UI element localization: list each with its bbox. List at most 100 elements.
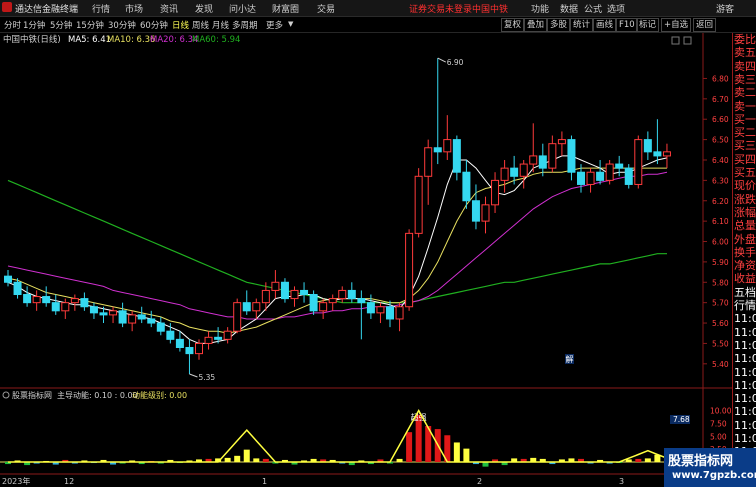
indicator-bar [253, 458, 260, 462]
date-label-mar: 3 [619, 477, 624, 486]
stats-button[interactable]: 统计 [570, 18, 594, 32]
tab-weekly[interactable]: 周线 [192, 19, 209, 31]
watermark-url: www.7gpzb.com [672, 470, 756, 481]
high-marker-line [437, 57, 446, 63]
sidebar-item: 委比 [734, 33, 756, 46]
sidebar-item[interactable]: 五档 [734, 286, 756, 299]
tab-5min[interactable]: 5分钟 [50, 19, 72, 31]
tab-30min[interactable]: 30分钟 [108, 19, 136, 31]
candle-up [605, 163, 614, 181]
candle-down [567, 139, 576, 173]
adjust-button[interactable]: 复权 [501, 18, 525, 32]
candle-down [624, 167, 633, 185]
candle-down [80, 298, 89, 308]
price-tick-label: 6.50 [712, 136, 729, 145]
candle-up [634, 139, 643, 185]
back-button[interactable]: 返回 [693, 18, 717, 32]
sidebar-item: 11:0 [734, 392, 756, 406]
indicator-icon[interactable] [2, 391, 10, 399]
price-tick-label: 6.60 [712, 115, 729, 124]
candle-down [118, 310, 127, 324]
sidebar-item: 买一 [734, 112, 756, 126]
indicator-bar [396, 458, 403, 462]
candle-up [32, 296, 41, 304]
date-label-jan: 1 [262, 477, 267, 486]
candle-down [462, 171, 471, 202]
menu-trade[interactable]: 交易 [317, 2, 335, 15]
menu-discover[interactable]: 发现 [195, 2, 213, 15]
tab-daily[interactable]: 日线 [172, 19, 189, 31]
indicator-bar [635, 458, 642, 462]
login-status[interactable]: 证券交易未登录 [409, 2, 472, 15]
ma60-label: MA60: 5.94 [192, 35, 240, 45]
candle-up [290, 289, 299, 300]
mark-button[interactable]: 标记 [636, 18, 660, 32]
watermark-title: 股票指标网 [668, 454, 734, 469]
guest-label[interactable]: 游客 [716, 2, 734, 15]
tab-60min[interactable]: 60分钟 [140, 19, 168, 31]
overlay-button[interactable]: 叠加 [524, 18, 548, 32]
sidebar-item[interactable]: 行情 [734, 299, 756, 312]
f10-button[interactable]: F10 [616, 18, 638, 32]
ma20-line [7, 171, 668, 320]
sidebar-item: 现价 [734, 179, 756, 193]
candle-up [424, 147, 433, 177]
menu-ask[interactable]: 问小达 [229, 2, 256, 15]
sidebar-item: 11:0 [734, 352, 756, 366]
price-tick-label: 6.10 [712, 217, 729, 226]
candle-down [510, 167, 519, 177]
sidebar-item: 11:0 [734, 338, 756, 352]
indicator-level-value: 动能级别: 0.00 [132, 390, 187, 400]
sidebar-item: 买二 [734, 126, 756, 140]
panel-expand-icon[interactable] [683, 36, 692, 45]
candle-down [615, 163, 624, 169]
sidebar-item: 涨跌 [734, 192, 756, 206]
candle-down [23, 294, 32, 304]
menu-options[interactable]: 选项 [607, 2, 625, 15]
sidebar-item: 换手 [734, 245, 756, 259]
sidebar-item: 卖五 [734, 46, 756, 60]
candle-down [185, 347, 194, 355]
panel-settings-icon[interactable] [671, 36, 680, 45]
menu-wealth[interactable]: 财富圈 [272, 2, 299, 15]
price-markers: 6.90 5.35 解 [189, 57, 574, 382]
sidebar-item: 卖四 [734, 59, 756, 73]
sidebar-item: 总量 [734, 219, 756, 233]
menu-market-quotes[interactable]: 行情 [92, 2, 110, 15]
candle-down [42, 296, 51, 304]
candle-up [261, 289, 270, 304]
menu-market[interactable]: 市场 [125, 2, 143, 15]
sidebar-item: 收益 [734, 272, 756, 286]
candle-up [109, 310, 118, 316]
ma5-label: MA5: 6.41 [68, 35, 111, 45]
candle-down [643, 139, 652, 153]
price-axis: 6.80 6.70 6.60 6.50 6.40 6.30 6.20 6.10 6.00 5.90… [703, 74, 729, 369]
chart-area[interactable]: 中国中铁(日线) MA5: 6.41 MA10: 6.36 MA20: 6.34… [0, 33, 732, 487]
tab-1min[interactable]: 1分钟 [23, 19, 45, 31]
tab-monthly[interactable]: 月线 [212, 19, 229, 31]
candle-down [156, 322, 165, 332]
high-marker-label: 6.90 [447, 58, 464, 67]
price-tick-label: 5.40 [712, 360, 729, 369]
tab-multi-period[interactable]: 多周期 [232, 19, 258, 31]
draw-line-button[interactable]: 画线 [593, 18, 617, 32]
unlock-annotation: 解 [566, 354, 574, 364]
tab-15min[interactable]: 15分钟 [76, 19, 104, 31]
sidebar-item: 净资 [734, 259, 756, 273]
more-dropdown-icon[interactable]: ▼ [288, 20, 293, 28]
add-watchlist-button[interactable]: +自选 [661, 18, 692, 32]
price-tick-label: 5.90 [712, 258, 729, 267]
ma10-label: MA10: 6.36 [107, 35, 155, 45]
menu-function[interactable]: 功能 [531, 2, 549, 15]
low-marker-line [189, 373, 198, 378]
menu-news[interactable]: 资讯 [160, 2, 178, 15]
tab-intraday[interactable]: 分时 [4, 19, 21, 31]
ma60-line [7, 179, 667, 304]
candle-up [128, 314, 137, 324]
sidebar-item: 买五 [734, 166, 756, 179]
candle-down [214, 336, 223, 340]
tab-more[interactable]: 更多 [266, 19, 283, 31]
menu-formula[interactable]: 公式 [584, 2, 602, 15]
menu-data[interactable]: 数据 [560, 2, 578, 15]
multi-stock-button[interactable]: 多股 [547, 18, 571, 32]
